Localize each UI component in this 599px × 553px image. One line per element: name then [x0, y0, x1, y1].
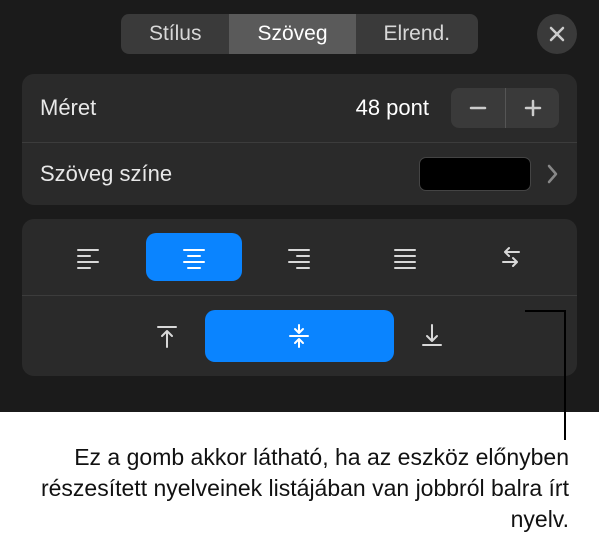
callout-caption: Ez a gomb akkor látható, ha az eszköz el… [0, 412, 599, 545]
valign-bottom-icon [417, 321, 447, 351]
align-center-icon [179, 242, 209, 272]
segmented-control: Stílus Szöveg Elrend. [121, 14, 478, 54]
tab-text[interactable]: Szöveg [229, 14, 355, 54]
format-panel: Stílus Szöveg Elrend. Méret 48 pont Szöv… [0, 0, 599, 412]
valign-middle-button[interactable] [205, 310, 394, 362]
horizontal-align-row [22, 219, 577, 295]
text-properties-group: Méret 48 pont Szöveg színe [22, 74, 577, 205]
align-justify-button[interactable] [357, 233, 453, 281]
size-label: Méret [40, 95, 356, 121]
size-increase-button[interactable] [505, 88, 559, 128]
align-right-icon [284, 242, 314, 272]
text-color-row[interactable]: Szöveg színe [22, 142, 577, 205]
size-value[interactable]: 48 pont [356, 95, 443, 121]
size-stepper [451, 88, 559, 128]
close-button[interactable] [537, 14, 577, 54]
align-left-icon [73, 242, 103, 272]
size-row: Méret 48 pont [22, 74, 577, 142]
rtl-direction-icon [496, 242, 526, 272]
minus-icon [467, 97, 489, 119]
color-swatch[interactable] [419, 157, 531, 191]
align-center-button[interactable] [146, 233, 242, 281]
tab-bar: Stílus Szöveg Elrend. [22, 14, 577, 54]
text-color-label: Szöveg színe [40, 161, 419, 187]
plus-icon [522, 97, 544, 119]
text-color-value [419, 157, 559, 191]
valign-middle-icon [284, 321, 314, 351]
tab-layout[interactable]: Elrend. [356, 14, 479, 54]
vertical-align-row [22, 295, 577, 376]
tab-style[interactable]: Stílus [121, 14, 230, 54]
align-justify-icon [390, 242, 420, 272]
chevron-right-icon [545, 163, 559, 185]
rtl-direction-button[interactable] [463, 233, 559, 281]
valign-top-icon [152, 321, 182, 351]
size-decrease-button[interactable] [451, 88, 505, 128]
close-icon [548, 25, 566, 43]
align-left-button[interactable] [40, 233, 136, 281]
alignment-group [22, 219, 577, 376]
align-right-button[interactable] [252, 233, 348, 281]
